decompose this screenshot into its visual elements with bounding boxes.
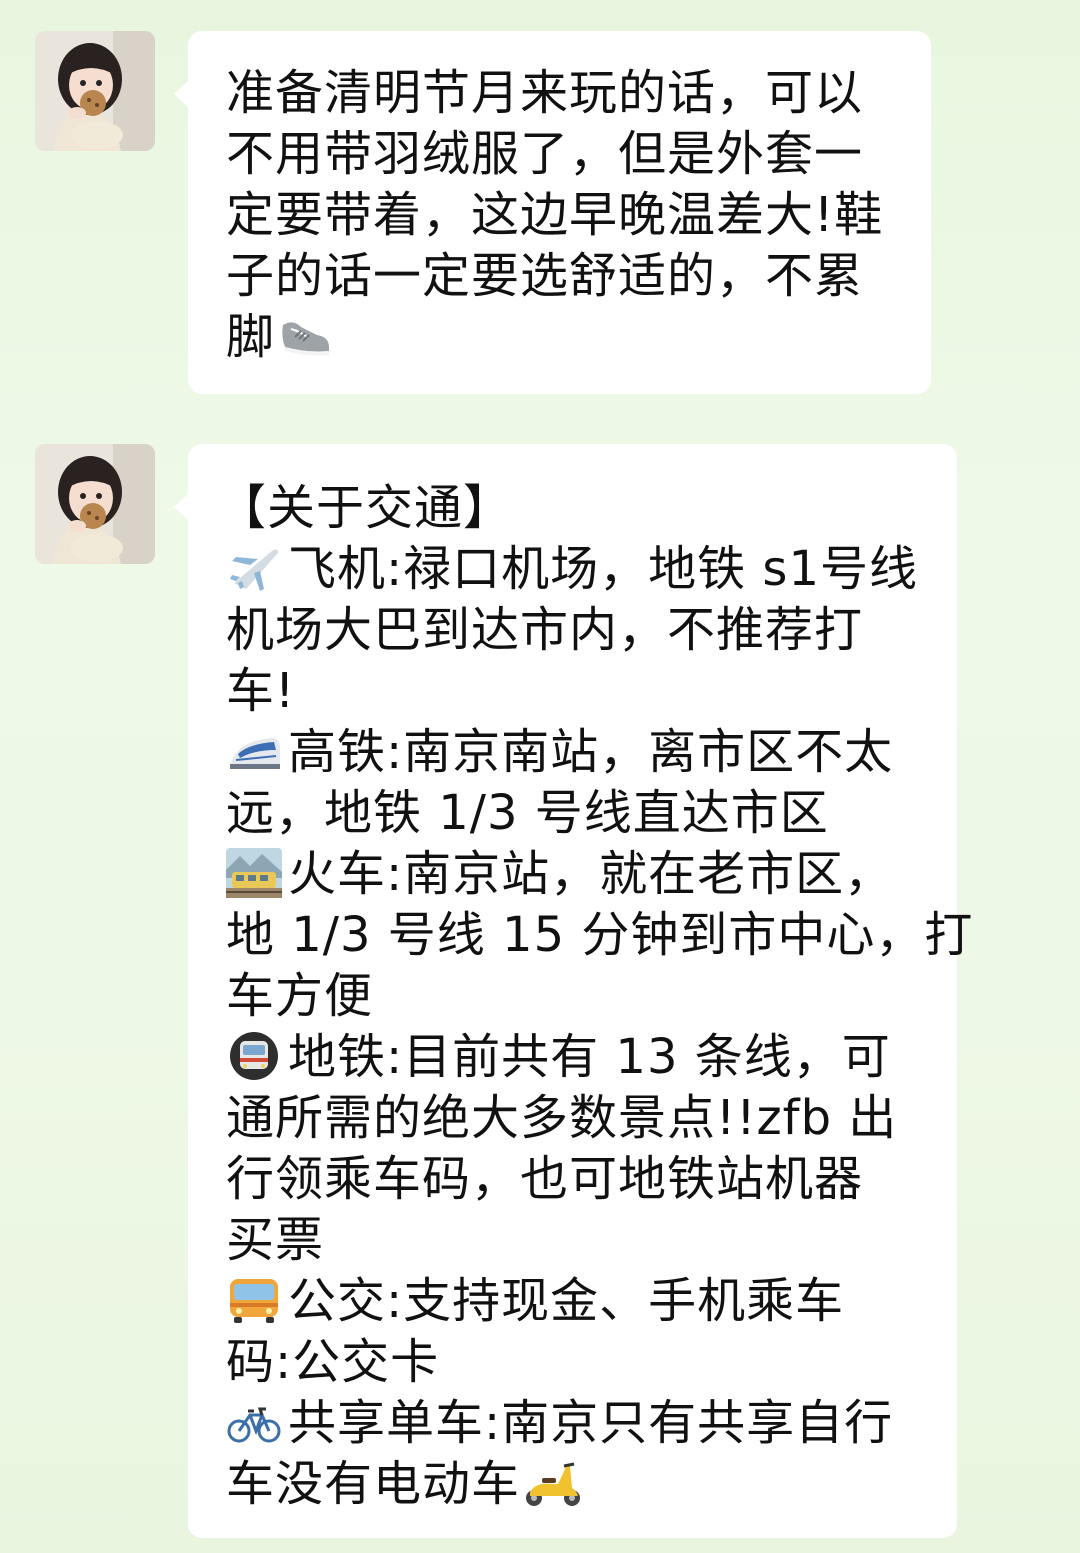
airplane-icon [226,543,282,593]
avatar[interactable] [35,444,155,564]
message-text-line: 共享单车:南京只有共享自行 [226,1393,945,1454]
bullet-train-icon [226,726,282,776]
message-text-line: 行领乘车码，也可地铁站机器 [226,1151,864,1207]
message-text-line: 车没有电动车 [226,1454,945,1515]
message-text-line: 车方便 [226,968,374,1024]
message-text-line: 准备清明节月来玩的话，可以 [226,65,864,121]
message-text-line: 码:公交卡 [226,1334,440,1390]
message-text-line: 子的话一定要选舒适的，不累 [226,248,864,304]
sneaker-icon [277,311,333,361]
message-bubble[interactable]: 【关于交通】 飞机:禄口机场，地铁 s1号线 机场大巴到达市内，不推荐打 车! [174,444,974,1538]
message-bubble[interactable]: 准备清明节月来玩的话，可以 不用带羽绒服了，但是外套一 定要带着，这边早晚温差大… [174,31,931,394]
message-text-line: 机场大巴到达市内，不推荐打 [226,602,864,658]
scooter-icon [522,1458,584,1508]
message-text-line: 公交:支持现金、手机乘车 [226,1271,945,1332]
message-text-line: 定要带着，这边早晚温差大!鞋 [226,187,884,243]
chat-view: 准备清明节月来玩的话，可以 不用带羽绒服了，但是外套一 定要带着，这边早晚温差大… [0,0,1080,1553]
metro-icon [226,1031,282,1081]
message-text-line: 飞机:禄口机场，地铁 s1号线 [226,539,945,600]
train-icon [226,848,282,898]
message-text-line: 远，地铁 1/3 号线直达市区 [226,785,829,841]
message-text-line: 高铁:南京南站，离市区不太 [226,722,945,783]
message-text-line: 不用带羽绒服了，但是外套一 [226,126,864,182]
section-heading: 【关于交通】 [218,480,513,536]
bicycle-icon [226,1397,282,1447]
bus-icon [226,1275,282,1325]
message-text-line: 火车:南京站，就在老市区， [226,844,945,905]
message-text-line: 买票 [226,1212,325,1268]
message-text-line: 脚 [226,307,911,368]
message-text-line: 通所需的绝大多数景点!!zfb 出 [226,1090,898,1146]
message-text-line: 地铁:目前共有 13 条线，可 [226,1027,945,1088]
message-text-line: 地 1/3 号线 15 分钟到市中心，打 [226,907,974,963]
message-text-line: 车! [226,663,296,719]
avatar[interactable] [35,31,155,151]
